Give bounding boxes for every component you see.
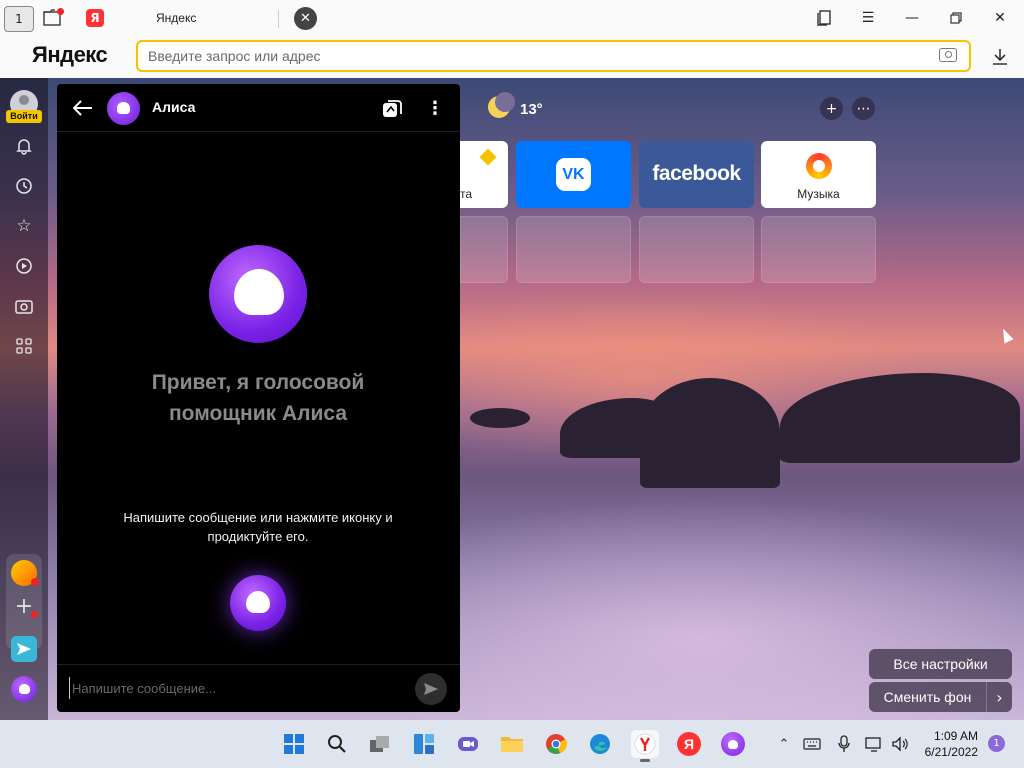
empty-tile[interactable] [761,216,876,283]
tile-partial[interactable]: та [460,141,508,208]
close-tab-icon[interactable]: ✕ [294,7,317,30]
file-explorer-icon[interactable] [498,730,526,758]
alice-sidebar-icon[interactable] [11,676,37,702]
music-icon [806,153,832,179]
alice-title: Алиса [152,99,196,115]
tab-title: Яндекс [156,11,197,25]
alice-voice-button[interactable] [230,575,286,631]
keyboard-icon[interactable] [802,734,822,754]
restore-icon[interactable] [940,6,972,30]
back-arrow-icon[interactable] [71,96,95,120]
notification-badge[interactable]: 1 [988,735,1005,752]
microphone-icon[interactable] [834,734,854,754]
network-icon[interactable] [864,734,884,754]
address-bar[interactable] [136,40,971,72]
bell-icon[interactable] [12,134,36,158]
tile-music-label: Музыка [797,187,840,201]
task-view-icon[interactable] [366,730,394,758]
mail-icon[interactable] [11,560,39,586]
camera-search-icon[interactable] [939,48,957,62]
new-tab-icon[interactable] [40,6,66,30]
play-icon[interactable] [12,254,36,278]
search-icon[interactable] [323,730,351,758]
empty-tile[interactable] [516,216,631,283]
tab-counter: 1 [15,12,23,26]
facebook-label: facebook [652,162,741,185]
tabs-overview-button[interactable]: 1 [4,6,34,32]
chevron-up-icon[interactable]: ⌃ [774,734,794,754]
tile-music[interactable]: Музыка [761,141,876,208]
windows-start-icon[interactable] [280,730,308,758]
downloads-icon[interactable] [990,46,1010,68]
add-panel-icon[interactable]: + [12,594,38,619]
taskbar: Я ⌃ 1:09 AM 6/21/2022 1 [0,720,1024,768]
alice-logo-icon [107,92,140,125]
add-tile-button[interactable]: + [820,97,843,120]
edge-icon[interactable] [586,730,614,758]
change-background-button[interactable]: Сменить фон [869,682,986,712]
moon-icon [486,92,515,122]
yandex-favicon-icon: Я [86,9,104,27]
system-clock[interactable]: 1:09 AM 6/21/2022 [922,728,978,760]
alice-panel: Алиса ⋮ Привет, я голосовой помощник Али… [57,84,460,712]
weather-widget[interactable]: 13° [486,92,543,122]
alice-header: Алиса ⋮ [57,84,460,132]
browser-tab[interactable]: Я Яндекс [80,4,276,32]
yandex-browser-icon[interactable] [631,730,659,762]
bookmarks-icon[interactable] [808,6,840,30]
empty-tile[interactable] [639,216,754,283]
address-bar-row: Яндекс [0,36,1024,78]
menu-icon[interactable]: ☰ [852,6,884,30]
messenger-icon[interactable] [11,636,37,662]
tile-facebook[interactable]: facebook [639,141,754,208]
chat-icon[interactable] [454,730,482,758]
send-icon[interactable] [415,673,447,705]
sidebar: Войти ☆ + [0,78,48,720]
title-bar: 1 Я Яндекс ✕ ☰ — ✕ [0,0,1024,36]
vk-logo-icon: VK [556,158,591,191]
clock-date: 6/21/2022 [924,745,978,759]
weather-temperature: 13° [520,100,543,118]
login-button[interactable]: Войти [6,110,42,123]
star-icon[interactable]: ☆ [12,214,36,238]
next-background-icon[interactable]: › [986,682,1012,712]
clock-time: 1:09 AM [933,729,978,743]
empty-tile[interactable] [460,216,508,283]
history-icon[interactable] [12,174,36,198]
alice-big-logo-icon [209,245,307,343]
close-window-icon[interactable]: ✕ [984,6,1016,30]
yandex-icon[interactable]: Я [675,730,703,758]
alice-hint: Напишите сообщение или нажмите иконку и … [123,510,393,544]
alice-input-row [57,664,460,712]
tiles-more-icon[interactable]: ⋯ [852,97,875,120]
all-settings-button[interactable]: Все настройки [869,649,1012,679]
yandex-logo[interactable]: Яндекс [32,42,108,68]
apps-icon[interactable] [12,334,36,358]
camera-icon[interactable] [12,294,36,318]
alice-greeting: Привет, я голосовой помощник Алиса [151,371,365,425]
minimize-icon[interactable]: — [896,6,928,30]
tile-vk[interactable]: VK [516,141,631,208]
more-options-icon[interactable]: ⋮ [425,96,445,120]
cards-icon[interactable] [382,98,404,118]
alice-message-input[interactable] [69,677,399,699]
volume-icon[interactable] [890,734,910,754]
address-input[interactable] [148,46,928,66]
alice-icon[interactable] [719,730,747,758]
chrome-icon[interactable] [542,730,570,758]
widgets-icon[interactable] [410,730,438,758]
